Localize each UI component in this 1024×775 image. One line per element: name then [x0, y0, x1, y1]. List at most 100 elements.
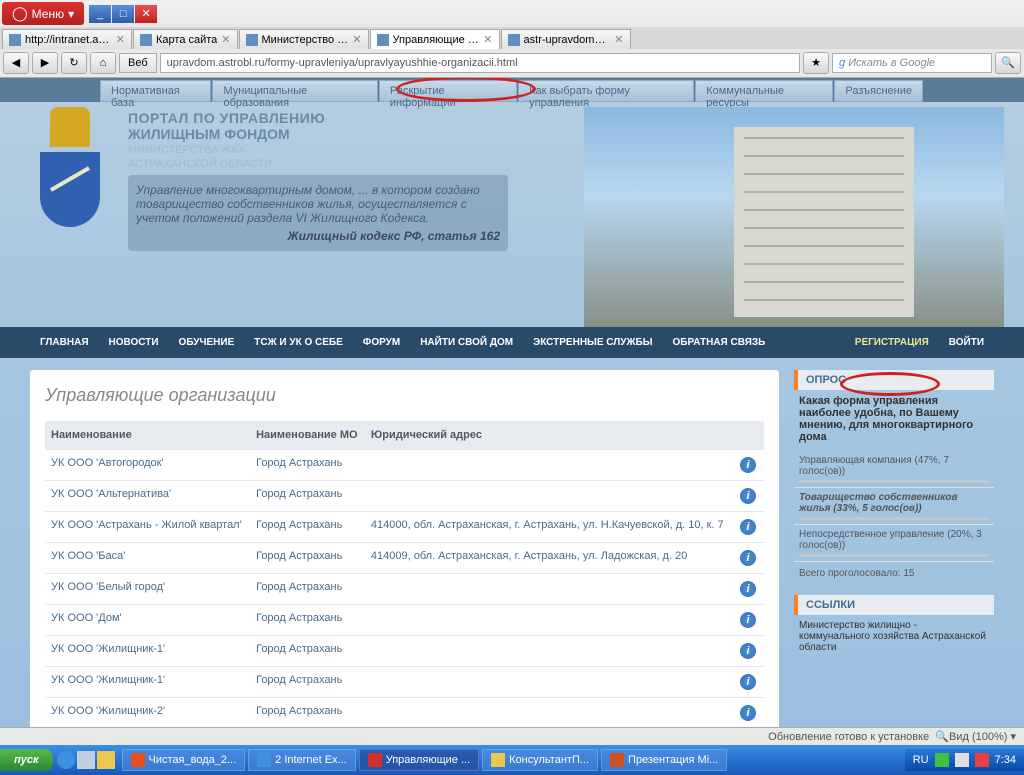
- forward-button[interactable]: ▶: [32, 52, 58, 74]
- org-address: 414000, обл. Астраханская, г. Астрахань,…: [365, 512, 734, 543]
- start-button[interactable]: пуск: [0, 749, 53, 771]
- table-row: УК ООО 'Жилищник-1'Город Астраханьi: [45, 636, 764, 667]
- info-icon[interactable]: i: [740, 581, 756, 597]
- crown-icon: [50, 107, 90, 147]
- browser-tab[interactable]: Министерство жи...✕: [239, 29, 369, 49]
- main-nav-item[interactable]: ЭКСТРЕННЫЕ СЛУЖБЫ: [523, 333, 662, 352]
- close-icon[interactable]: ✕: [483, 33, 492, 46]
- minimize-button[interactable]: _: [89, 5, 111, 23]
- ministry-text2: АСТРАХАНСКОЙ ОБЛАСТИ: [128, 158, 576, 170]
- browser-tab[interactable]: Карта сайта✕: [133, 29, 238, 49]
- tab-label: Министерство жи...: [262, 34, 349, 46]
- main-nav-item[interactable]: ТСЖ И УК О СЕБЕ: [244, 333, 353, 352]
- close-icon[interactable]: ✕: [221, 33, 230, 46]
- org-name: УК ООО 'Белый город': [45, 574, 250, 605]
- main-nav-item[interactable]: НОВОСТИ: [99, 333, 169, 352]
- tab-label: astr-upravdom@m...: [524, 34, 611, 46]
- page-icon: [9, 34, 21, 46]
- close-icon[interactable]: ✕: [352, 33, 361, 46]
- update-notification[interactable]: Обновление готово к установке: [768, 731, 929, 743]
- table-row: УК ООО 'Астрахань - Жилой квартал'Город …: [45, 512, 764, 543]
- top-nav-item[interactable]: Разъяснение: [834, 80, 923, 102]
- tray-icon[interactable]: [935, 753, 949, 767]
- tab-bar: http://intranet.astr...✕Карта сайта✕Мини…: [0, 27, 1024, 49]
- org-address: [365, 605, 734, 636]
- zoom-indicator[interactable]: Вид (100%): [949, 731, 1007, 743]
- sidebar-link[interactable]: Министерство жилищно - коммунального хоз…: [794, 620, 994, 653]
- app-icon: [610, 753, 624, 767]
- top-nav-item[interactable]: Раскрытие информации: [379, 80, 517, 102]
- maximize-button[interactable]: □: [112, 5, 134, 23]
- info-icon[interactable]: i: [740, 488, 756, 504]
- taskbar-item[interactable]: КонсультантП...: [482, 749, 598, 771]
- poll-total: Всего проголосовало: 15: [794, 562, 994, 585]
- tray-icon[interactable]: [975, 753, 989, 767]
- bookmark-button[interactable]: ★: [803, 52, 829, 74]
- column-header: Юридический адрес: [365, 421, 734, 450]
- app-icon: [368, 753, 382, 767]
- taskbar-item[interactable]: 2 Internet Ex...: [248, 749, 356, 771]
- org-mo: Город Астрахань: [250, 636, 365, 667]
- opera-menu-button[interactable]: ◯ Меню ▾: [2, 2, 84, 25]
- clock[interactable]: 7:34: [995, 754, 1016, 766]
- table-row: УК ООО 'Баса'Город Астрахань414009, обл.…: [45, 543, 764, 574]
- taskbar-item[interactable]: Чистая_вода_2...: [122, 749, 246, 771]
- tray-icon[interactable]: [955, 753, 969, 767]
- zoom-button[interactable]: 🔍: [995, 52, 1021, 74]
- app-icon: [131, 753, 145, 767]
- poll-option[interactable]: Непосредственное управление (20%, 3 голо…: [794, 525, 994, 562]
- close-icon[interactable]: ✕: [614, 33, 623, 46]
- top-nav-item[interactable]: Как выбрать форму управления: [518, 80, 694, 102]
- info-icon[interactable]: i: [740, 612, 756, 628]
- address-bar[interactable]: upravdom.astrobl.ru/formy-upravleniya/up…: [160, 53, 800, 73]
- org-address: [365, 667, 734, 698]
- info-icon[interactable]: i: [740, 674, 756, 690]
- table-row: УК ООО 'Альтернатива'Город Астраханьi: [45, 481, 764, 512]
- register-link[interactable]: РЕГИСТРАЦИЯ: [845, 333, 939, 352]
- top-nav-item[interactable]: Нормативная база: [100, 80, 211, 102]
- desktop-icon[interactable]: [77, 751, 95, 769]
- login-link[interactable]: ВОЙТИ: [939, 333, 994, 352]
- info-icon[interactable]: i: [740, 643, 756, 659]
- explorer-icon[interactable]: [97, 751, 115, 769]
- browser-tab[interactable]: http://intranet.astr...✕: [2, 29, 132, 49]
- taskbar-item[interactable]: Презентация Mi...: [601, 749, 727, 771]
- table-row: УК ООО 'Дом'Город Астраханьi: [45, 605, 764, 636]
- system-tray: RU 7:34: [905, 749, 1024, 771]
- poll-option[interactable]: Управляющая компания (47%, 7 голос(ов)): [794, 451, 994, 488]
- taskbar-item[interactable]: Управляющие ...: [359, 749, 479, 771]
- main-nav-item[interactable]: ГЛАВНАЯ: [30, 333, 99, 352]
- browser-tab[interactable]: Управляющие орг...✕: [370, 29, 500, 49]
- org-address: [365, 450, 734, 481]
- page-icon: [246, 34, 258, 46]
- poll-option[interactable]: Товарищество собственников жилья (33%, 5…: [794, 488, 994, 525]
- page-icon: [140, 34, 152, 46]
- info-icon[interactable]: i: [740, 519, 756, 535]
- top-nav-item[interactable]: Муниципальные образования: [212, 80, 377, 102]
- home-button[interactable]: ⌂: [90, 52, 116, 74]
- main-nav-item[interactable]: ОБРАТНАЯ СВЯЗЬ: [663, 333, 776, 352]
- main-nav-item[interactable]: ФОРУМ: [353, 333, 410, 352]
- reload-button[interactable]: ↻: [61, 52, 87, 74]
- back-button[interactable]: ◀: [3, 52, 29, 74]
- ie-icon[interactable]: [57, 751, 75, 769]
- org-name: УК ООО 'Астрахань - Жилой квартал': [45, 512, 250, 543]
- org-mo: Город Астрахань: [250, 698, 365, 728]
- info-icon[interactable]: i: [740, 550, 756, 566]
- close-button[interactable]: ✕: [135, 5, 157, 23]
- language-indicator[interactable]: RU: [913, 754, 929, 766]
- top-nav-item[interactable]: Коммунальные ресурсы: [695, 80, 833, 102]
- hero-image: [584, 107, 1004, 327]
- close-icon[interactable]: ✕: [116, 33, 125, 46]
- main-nav-item[interactable]: ОБУЧЕНИЕ: [169, 333, 245, 352]
- main-nav-item[interactable]: НАЙТИ СВОЙ ДОМ: [410, 333, 523, 352]
- org-address: [365, 698, 734, 728]
- browser-tab[interactable]: astr-upravdom@m...✕: [501, 29, 631, 49]
- org-address: [365, 574, 734, 605]
- search-box[interactable]: g Искать в Google: [832, 53, 992, 73]
- logo-column: [20, 102, 120, 327]
- page-icon: [377, 34, 389, 46]
- info-icon[interactable]: i: [740, 457, 756, 473]
- info-icon[interactable]: i: [740, 705, 756, 721]
- ministry-text1: МИНИСТЕРСТВА ЖКХ: [128, 144, 576, 156]
